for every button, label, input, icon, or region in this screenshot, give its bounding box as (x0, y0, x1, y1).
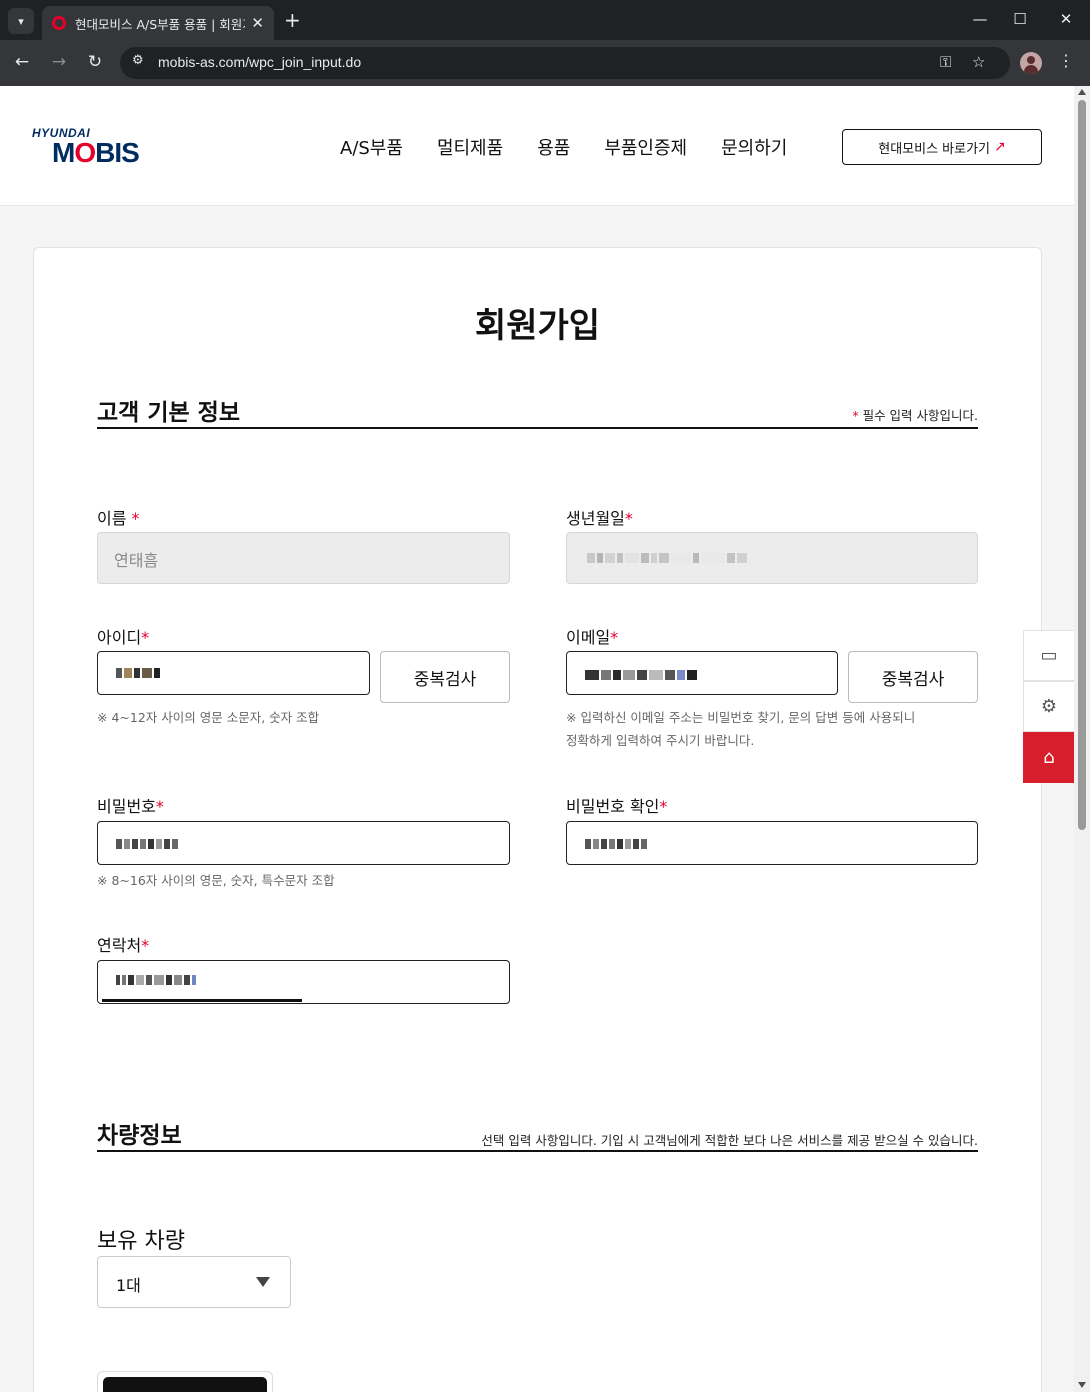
id-label: 아이디* (97, 628, 150, 647)
nav-inquiry[interactable]: 문의하기 (721, 134, 787, 160)
vehicle-section-note: 선택 입력 사항입니다. 기입 시 고객님에게 적합한 보다 나은 서비스를 제… (481, 1133, 978, 1148)
email-hint: ※ 입력하신 이메일 주소는 비밀번호 찾기, 문의 답변 등에 사용되니 정확… (566, 710, 916, 748)
external-arrow-icon: ↗ (994, 139, 1006, 155)
password-confirm-label: 비밀번호 확인* (566, 797, 668, 816)
maximize-button[interactable]: ☐ (1000, 8, 1040, 30)
nav-accessories[interactable]: 용품 (537, 134, 570, 160)
blurred-password-confirm-value (585, 839, 649, 849)
tab-title: 현대모비스 A/S부품 용품 | 회원가입 (75, 16, 245, 32)
required-note: * 필수 입력 사항입니다. (852, 408, 978, 423)
scroll-thumb[interactable] (1078, 100, 1086, 830)
blurred-email-value (585, 670, 699, 680)
page-title: 회원가입 (474, 306, 601, 346)
birthdate-field (566, 532, 978, 584)
browser-tab[interactable]: 현대모비스 A/S부품 용품 | 회원가입 ✕ (42, 6, 274, 40)
bookmark-star-icon[interactable]: ☆ (972, 53, 985, 71)
new-tab-button[interactable]: + (284, 9, 301, 31)
blurred-birthdate (587, 553, 749, 563)
main-nav: A/S부품 멀티제품 용품 부품인증제 문의하기 (340, 134, 787, 160)
key-icon[interactable]: ⚿ (940, 53, 951, 71)
browser-tabbar: ▾ 현대모비스 A/S부품 용품 | 회원가입 ✕ + — ☐ ✕ (0, 0, 1090, 40)
dropdown-caret-icon (256, 1277, 270, 1287)
email-input[interactable] (566, 651, 838, 695)
logo-mobis-text: MOBIS (52, 137, 140, 168)
back-arrow-icon[interactable]: ← (10, 51, 34, 73)
id-hint: ※ 4~12자 사이의 영문 소문자, 숫자 조합 (97, 710, 320, 725)
browser-toolbar: ← → ↻ ⚙ mobis-as.com/wpc_join_input.do ⚿… (0, 40, 1090, 86)
nav-multi-products[interactable]: 멀티제품 (437, 134, 503, 160)
phone-input[interactable] (97, 960, 510, 1004)
owned-vehicles-value: 1대 (116, 1276, 141, 1295)
owned-vehicles-select[interactable]: 1대 (97, 1256, 291, 1308)
basic-info-title: 고객 기본 정보 (97, 400, 240, 426)
blurred-phone-value (116, 975, 198, 985)
blurred-id-value (116, 668, 162, 678)
basic-info-section-header: 고객 기본 정보 * 필수 입력 사항입니다. (97, 391, 978, 429)
profile-avatar-icon[interactable] (1020, 52, 1042, 74)
nav-parts-certification[interactable]: 부품인증제 (604, 134, 687, 160)
scroll-up-arrow-icon[interactable] (1078, 89, 1086, 95)
id-duplicate-check-button[interactable]: 중복검사 (380, 651, 510, 703)
gear-icon[interactable]: ⚙ (1023, 681, 1074, 732)
hyundai-mobis-logo[interactable]: HYUNDAI MOBIS (32, 126, 140, 168)
vehicle-section-header: 차량정보 선택 입력 사항입니다. 기입 시 고객님에게 적합한 보다 나은 서… (97, 1114, 978, 1152)
blurred-password-value (116, 839, 180, 849)
autofill-underline (102, 999, 302, 1002)
site-header: HYUNDAI MOBIS A/S부품 멀티제품 용품 부품인증제 문의하기 현… (0, 86, 1074, 206)
reload-icon[interactable]: ↻ (83, 51, 107, 73)
close-tab-icon[interactable]: ✕ (251, 14, 264, 32)
home-icon[interactable]: ⌂ (1023, 732, 1074, 783)
birthdate-label: 생년월일* (566, 509, 633, 528)
owned-vehicles-label: 보유 차량 (97, 1229, 185, 1254)
id-input[interactable] (97, 651, 370, 695)
favicon-icon (52, 16, 66, 30)
chat-icon[interactable]: ▭ (1023, 630, 1074, 681)
minimize-button[interactable]: — (960, 8, 1000, 30)
name-value: 연태흠 (114, 551, 159, 570)
floating-side-menu: ▭ ⚙ ⌂ (1023, 630, 1074, 783)
url-text: mobis-as.com/wpc_join_input.do (158, 54, 362, 70)
password-input[interactable] (97, 821, 510, 865)
address-bar[interactable]: ⚙ mobis-as.com/wpc_join_input.do ⚿ ☆ (120, 47, 1010, 79)
name-field: 연태흠 (97, 532, 510, 584)
password-hint: ※ 8~16자 사이의 영문, 숫자, 특수문자 조합 (97, 873, 335, 888)
vehicle-card (97, 1371, 273, 1392)
email-label: 이메일* (566, 628, 619, 647)
phone-label: 연락처* (97, 936, 150, 955)
name-label: 이름 * (97, 509, 140, 528)
vehicle-card-header[interactable] (103, 1377, 267, 1392)
password-confirm-input[interactable] (566, 821, 978, 865)
nav-as-parts[interactable]: A/S부품 (340, 134, 403, 160)
hyundai-mobis-shortcut-button[interactable]: 현대모비스 바로가기 ↗ (842, 129, 1042, 165)
email-duplicate-check-button[interactable]: 중복검사 (848, 651, 978, 703)
vehicle-section-title: 차량정보 (97, 1123, 182, 1149)
shortcut-label: 현대모비스 바로가기 (878, 141, 991, 157)
page-scrollbar[interactable] (1074, 86, 1090, 1392)
signup-card: 회원가입 고객 기본 정보 * 필수 입력 사항입니다. 이름 * 연태흠 생년… (33, 247, 1042, 1392)
more-menu-icon[interactable]: ⋮ (1058, 51, 1074, 70)
forward-arrow-icon[interactable]: → (47, 51, 71, 73)
password-label: 비밀번호* (97, 797, 164, 816)
scroll-down-arrow-icon[interactable] (1078, 1382, 1086, 1388)
tab-list-chevron-icon[interactable]: ▾ (8, 8, 34, 34)
close-window-button[interactable]: ✕ (1046, 8, 1086, 30)
site-info-icon[interactable]: ⚙ (132, 53, 144, 68)
